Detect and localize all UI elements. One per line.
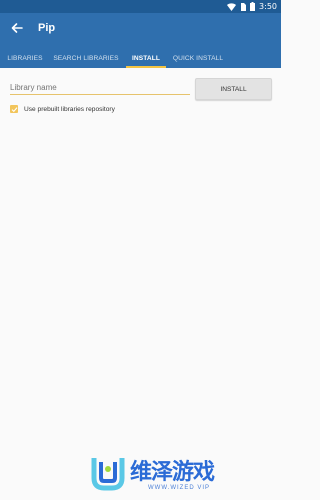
watermark-subtitle: WWW.WIZED VIP [148, 485, 210, 491]
app-bar: Pip LIBRARIES SEARCH LIBRARIES INSTALL Q… [0, 13, 281, 68]
back-button[interactable] [10, 21, 24, 35]
checkmark-icon [11, 106, 17, 112]
tab-search-libraries[interactable]: SEARCH LIBRARIES [52, 49, 120, 68]
watermark-logo-icon [91, 458, 125, 491]
tab-libraries[interactable]: LIBRARIES [6, 49, 44, 68]
install-panel: INSTALL Use prebuilt libraries repositor… [0, 68, 281, 448]
arrow-back-icon [11, 23, 23, 33]
status-icons: 3:50 [227, 0, 277, 13]
prebuilt-repo-label: Use prebuilt libraries repository [24, 105, 115, 113]
watermark-title: 维泽游戏 [130, 460, 215, 485]
tab-bar: LIBRARIES SEARCH LIBRARIES INSTALL QUICK… [0, 49, 281, 68]
page-title: Pip [38, 22, 56, 34]
status-bar: 3:50 [0, 0, 281, 13]
tab-quick-install[interactable]: QUICK INSTALL [171, 49, 225, 68]
prebuilt-repo-option[interactable]: Use prebuilt libraries repository [10, 103, 115, 115]
library-name-input[interactable] [10, 80, 190, 95]
status-time: 3:50 [259, 2, 277, 11]
install-button[interactable]: INSTALL [195, 78, 272, 100]
watermark: 维泽游戏 WWW.WIZED VIP [88, 452, 268, 500]
prebuilt-repo-checkbox[interactable] [10, 105, 18, 113]
